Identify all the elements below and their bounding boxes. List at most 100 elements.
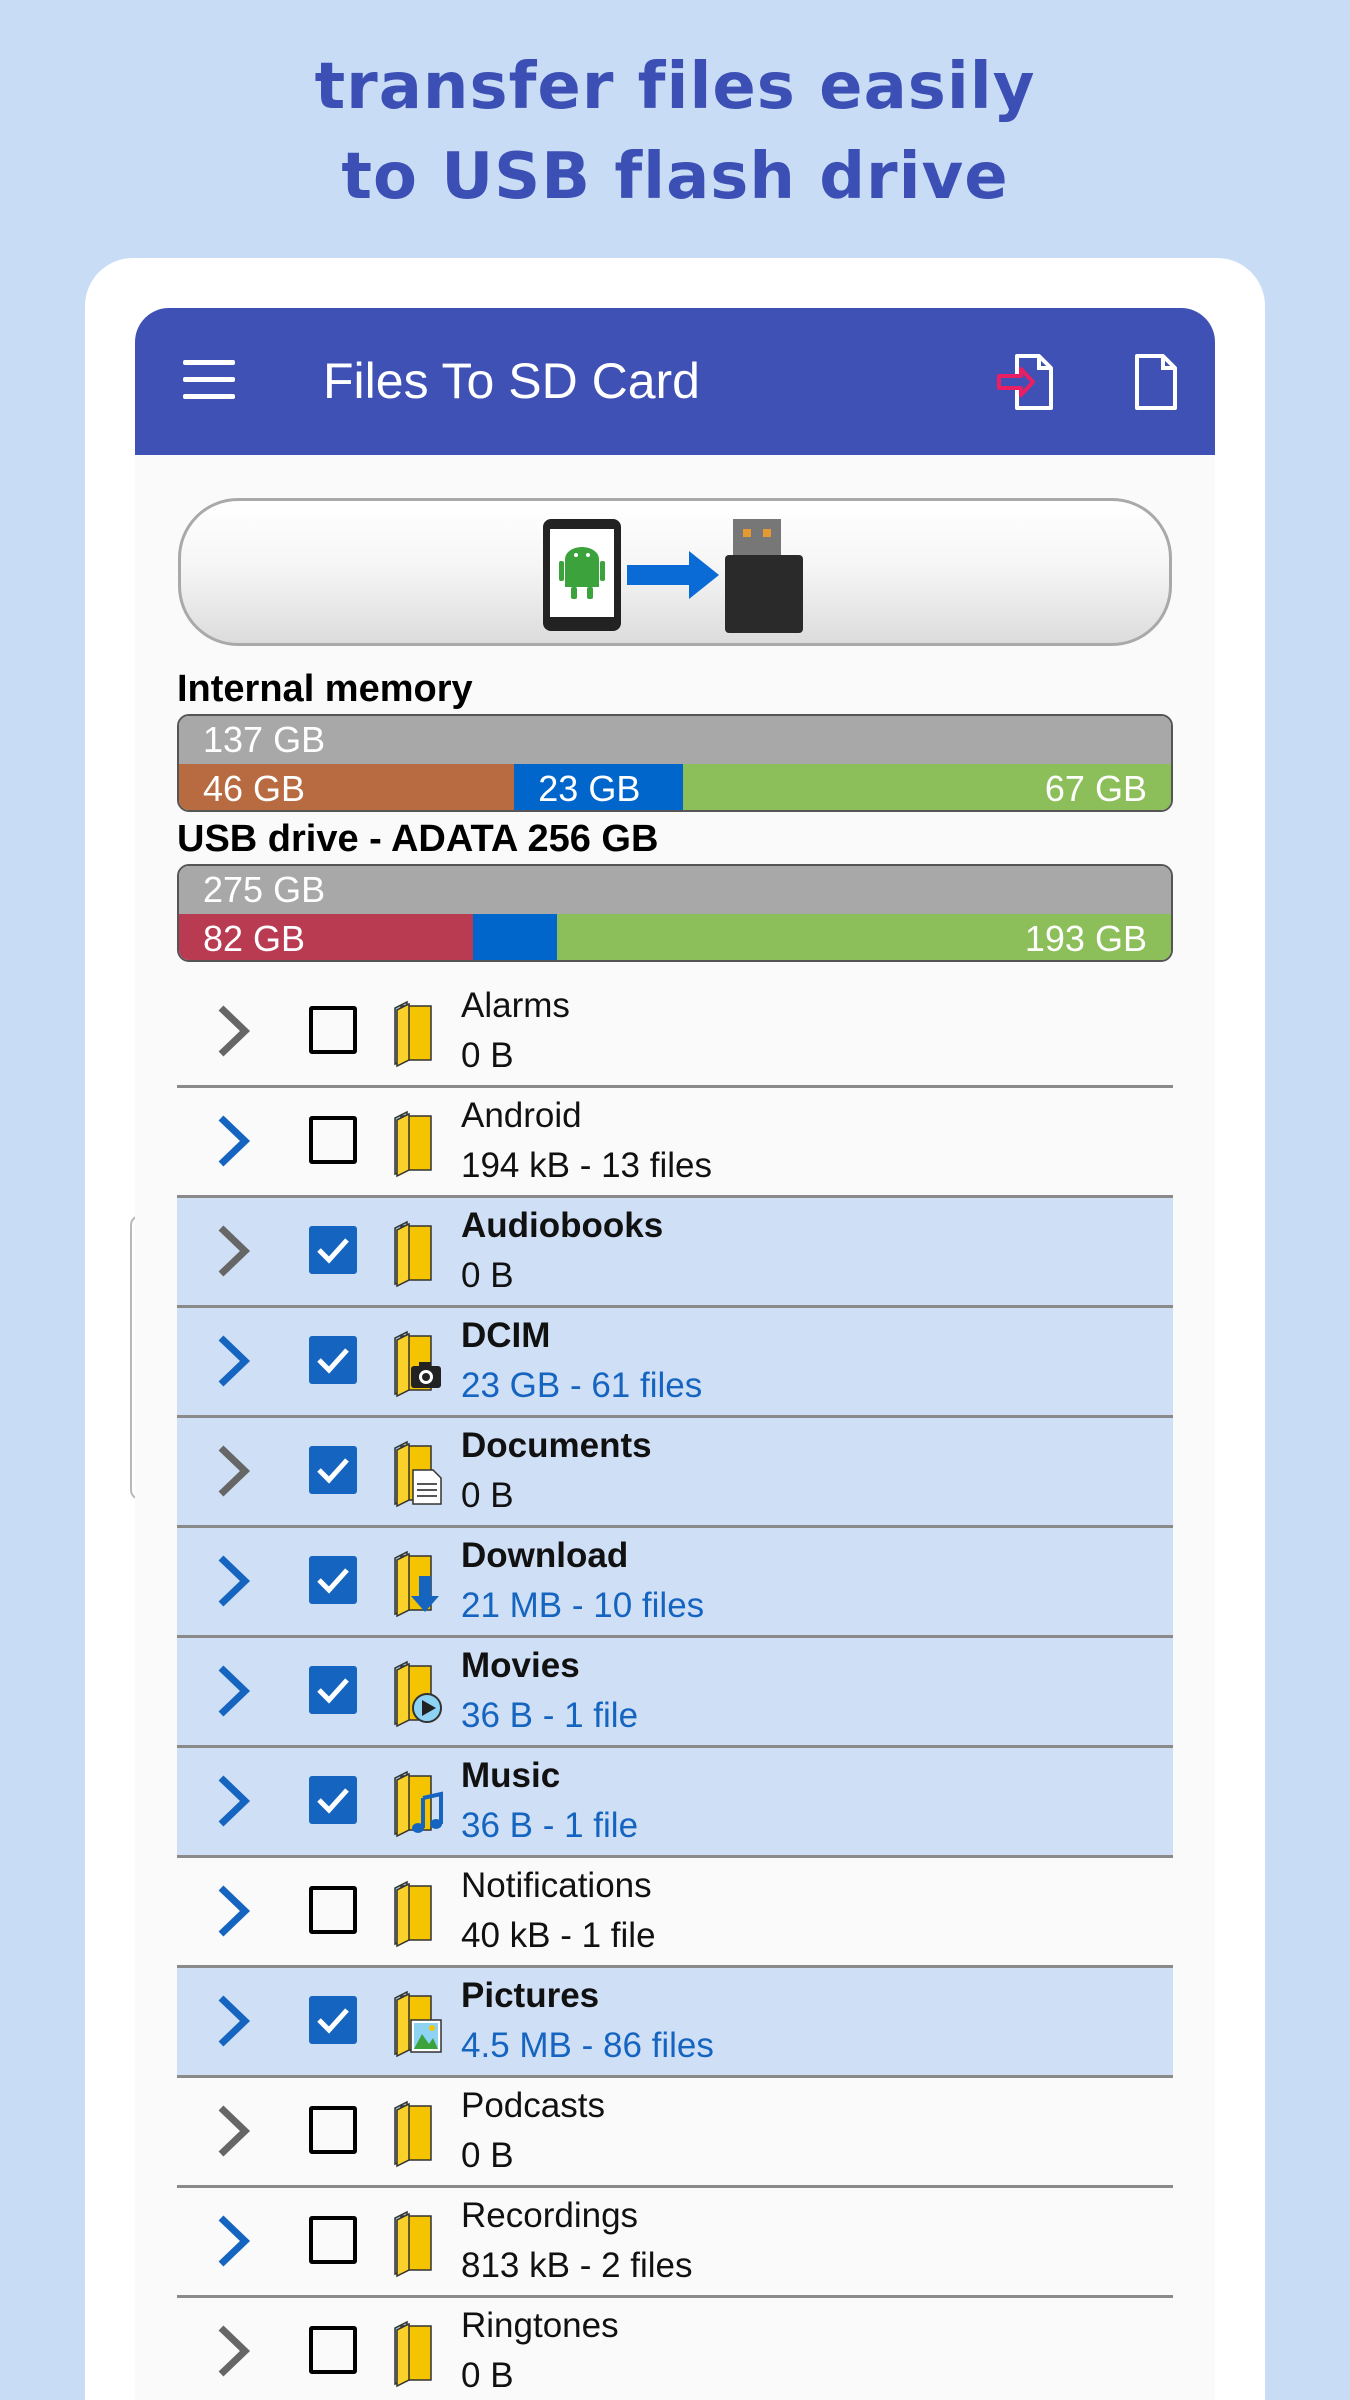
expand-chevron-icon[interactable]	[215, 1334, 251, 1388]
folder-row[interactable]: Android 194 kB - 13 files	[177, 1088, 1173, 1198]
folder-info: 813 kB - 2 files	[461, 2246, 693, 2285]
folder-name: Pictures	[461, 1976, 600, 2015]
folder-icon	[389, 1218, 445, 1288]
folder-info: 0 B	[461, 2356, 514, 2395]
promo-headline-line2: to USB flash drive	[341, 140, 1009, 214]
usb-drive-label: USB drive - ADATA 256 GB	[177, 818, 659, 860]
folder-info: 0 B	[461, 1036, 514, 1075]
folder-name: Music	[461, 1756, 561, 1795]
internal-memory-label: Internal memory	[177, 668, 473, 710]
promo-headline-line1: transfer files easily	[314, 50, 1036, 124]
folder-row[interactable]: Audiobooks 0 B	[177, 1198, 1173, 1308]
folder-row[interactable]: DCIM 23 GB - 61 files	[177, 1308, 1173, 1418]
expand-chevron-icon[interactable]	[215, 1114, 251, 1168]
folder-checkbox[interactable]	[309, 1886, 357, 1934]
movie-folder-icon	[389, 1658, 445, 1728]
usb-free-size: 193 GB	[556, 914, 1171, 960]
usb-total-size: 275 GB	[179, 866, 1171, 914]
app-title: Files To SD Card	[323, 353, 700, 409]
download-folder-icon	[389, 1548, 445, 1618]
internal-free-size: 67 GB	[682, 764, 1171, 810]
folder-row[interactable]: Recordings 813 kB - 2 files	[177, 2188, 1173, 2298]
chevron-right-icon[interactable]	[215, 2104, 251, 2158]
folder-row[interactable]: Podcasts 0 B	[177, 2078, 1173, 2188]
menu-icon[interactable]	[183, 360, 235, 400]
check-icon	[317, 1568, 349, 1594]
folder-name: Notifications	[461, 1866, 652, 1905]
transfer-banner[interactable]	[178, 498, 1172, 646]
new-file-icon[interactable]	[1125, 352, 1185, 412]
folder-icon	[389, 998, 445, 1068]
folder-icon	[389, 2318, 445, 2388]
folder-info: 23 GB - 61 files	[461, 1366, 703, 1405]
folder-info: 36 B - 1 file	[461, 1806, 639, 1845]
folder-checkbox[interactable]	[309, 1006, 357, 1054]
check-icon	[317, 2008, 349, 2034]
camera-folder-icon	[389, 1328, 445, 1398]
expand-chevron-icon[interactable]	[215, 1554, 251, 1608]
folder-checkbox[interactable]	[309, 1116, 357, 1164]
usb-used-size: 82 GB	[179, 914, 473, 960]
folder-row[interactable]: Movies 36 B - 1 file	[177, 1638, 1173, 1748]
check-icon	[317, 1238, 349, 1264]
check-icon	[317, 1678, 349, 1704]
folder-name: Podcasts	[461, 2086, 605, 2125]
folder-row[interactable]: Download 21 MB - 10 files	[177, 1528, 1173, 1638]
expand-chevron-icon[interactable]	[215, 1774, 251, 1828]
internal-used-size: 46 GB	[179, 764, 515, 810]
music-folder-icon	[389, 1768, 445, 1838]
folder-checkbox[interactable]	[309, 2326, 357, 2374]
folder-checkbox[interactable]	[309, 1666, 357, 1714]
folder-name: Movies	[461, 1646, 580, 1685]
folder-icon	[389, 2208, 445, 2278]
folder-row[interactable]: Ringtones 0 B	[177, 2298, 1173, 2400]
folder-icon	[389, 1108, 445, 1178]
folder-checkbox[interactable]	[309, 1996, 357, 2044]
expand-chevron-icon[interactable]	[215, 2214, 251, 2268]
folder-info: 194 kB - 13 files	[461, 1146, 712, 1185]
internal-selected-size: 23 GB	[514, 764, 683, 810]
folder-icon	[389, 2098, 445, 2168]
document-folder-icon	[389, 1438, 445, 1508]
check-icon	[317, 1788, 349, 1814]
chevron-right-icon[interactable]	[215, 1224, 251, 1278]
internal-memory-bar: 137 GB 46 GB 23 GB 67 GB	[177, 714, 1173, 812]
expand-chevron-icon[interactable]	[215, 1884, 251, 1938]
folder-info: 4.5 MB - 86 files	[461, 2026, 714, 2065]
folder-checkbox[interactable]	[309, 1226, 357, 1274]
picture-folder-icon	[389, 1988, 445, 2058]
folder-row[interactable]: Documents 0 B	[177, 1418, 1173, 1528]
folder-name: Recordings	[461, 2196, 639, 2235]
folder-name: Audiobooks	[461, 1206, 664, 1245]
transfer-file-icon[interactable]	[995, 352, 1055, 412]
folder-name: Documents	[461, 1426, 652, 1465]
folder-info: 0 B	[461, 1476, 514, 1515]
app-screen: Files To SD Card Internal memory 137 GB …	[135, 308, 1215, 2400]
usb-selected-size	[472, 914, 557, 960]
folder-row[interactable]: Notifications 40 kB - 1 file	[177, 1858, 1173, 1968]
chevron-right-icon[interactable]	[215, 2324, 251, 2378]
folder-name: Download	[461, 1536, 629, 1575]
folder-row[interactable]: Alarms 0 B	[177, 978, 1173, 1088]
folder-checkbox[interactable]	[309, 1776, 357, 1824]
folder-checkbox[interactable]	[309, 1556, 357, 1604]
folder-info: 0 B	[461, 1256, 514, 1295]
folder-checkbox[interactable]	[309, 1336, 357, 1384]
folder-name: Alarms	[461, 986, 570, 1025]
chevron-right-icon[interactable]	[215, 1444, 251, 1498]
folder-name: Android	[461, 1096, 582, 1135]
folder-name: DCIM	[461, 1316, 551, 1355]
expand-chevron-icon[interactable]	[215, 1994, 251, 2048]
folder-row[interactable]: Pictures 4.5 MB - 86 files	[177, 1968, 1173, 2078]
chevron-right-icon[interactable]	[215, 1004, 251, 1058]
folder-row[interactable]: Music 36 B - 1 file	[177, 1748, 1173, 1858]
folder-checkbox[interactable]	[309, 2106, 357, 2154]
folder-info: 40 kB - 1 file	[461, 1916, 656, 1955]
folder-checkbox[interactable]	[309, 2216, 357, 2264]
folder-info: 0 B	[461, 2136, 514, 2175]
app-bar: Files To SD Card	[135, 308, 1215, 455]
check-icon	[317, 1458, 349, 1484]
folder-checkbox[interactable]	[309, 1446, 357, 1494]
expand-chevron-icon[interactable]	[215, 1664, 251, 1718]
usb-drive-bar: 275 GB 82 GB 193 GB	[177, 864, 1173, 962]
